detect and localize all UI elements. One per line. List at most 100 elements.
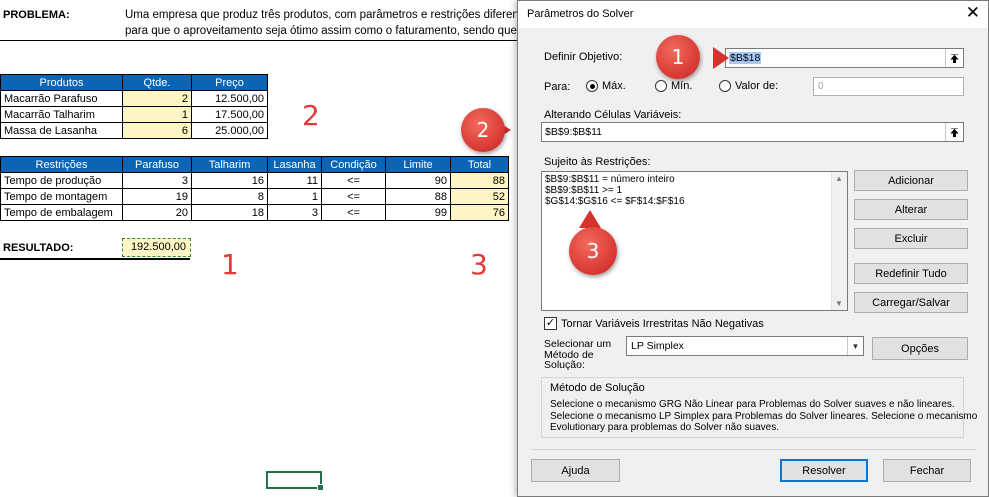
table-row: Tempo de produção 3 16 11 <= 90 88 (0, 172, 509, 189)
restriction-total-cell[interactable]: 52 (450, 188, 509, 205)
value-of-input[interactable]: 0 (813, 77, 964, 96)
changing-cells-label: Alterando Células Variáveis: (544, 109, 682, 121)
problem-text-line2: para que o aproveitamento seja ótimo ass… (125, 25, 517, 37)
options-button[interactable]: Opções (872, 337, 968, 360)
restriction-cell[interactable]: 18 (191, 204, 268, 221)
product-qty-cell[interactable]: 2 (122, 90, 192, 107)
add-button[interactable]: Adicionar (854, 170, 968, 191)
table-row: Massa de Lasanha 6 25.000,00 (0, 122, 268, 139)
result-label: RESULTADO: (3, 242, 74, 254)
annotation-number-1: 1 (221, 248, 239, 281)
constraints-scrollbar[interactable]: ▲ ▼ (831, 172, 847, 310)
product-name-cell[interactable]: Massa de Lasanha (0, 122, 123, 139)
annotation-badge-3: 3 (569, 227, 617, 275)
scroll-up-icon[interactable]: ▲ (835, 174, 843, 183)
chevron-down-icon[interactable]: ▼ (847, 337, 863, 355)
restriction-name-cell[interactable]: Tempo de embalagem (0, 204, 123, 221)
dialog-title: Parâmetros do Solver (527, 8, 634, 20)
restrictions-table: Restrições Parafuso Talharim Lasanha Con… (0, 156, 509, 221)
change-button[interactable]: Alterar (854, 199, 968, 220)
collapse-dialog-icon[interactable] (945, 123, 963, 141)
restrictions-header-cell[interactable]: Condição (321, 156, 386, 173)
annotation-badge-1: 1 (656, 35, 700, 79)
method-description-title: Método de Solução (550, 382, 645, 394)
restriction-cell[interactable]: 20 (122, 204, 192, 221)
table-row: Macarrão Talharim 1 17.500,00 (0, 106, 268, 123)
load-save-button[interactable]: Carregar/Salvar (854, 292, 968, 313)
table-row: Tempo de montagem 19 8 1 <= 88 52 (0, 188, 509, 205)
restrictions-header-cell[interactable]: Total (450, 156, 509, 173)
restriction-cell[interactable]: 19 (122, 188, 192, 205)
product-qty-cell[interactable]: 1 (122, 106, 192, 123)
restriction-name-cell[interactable]: Tempo de produção (0, 172, 123, 189)
restriction-cell[interactable]: 3 (122, 172, 192, 189)
changing-cells-field[interactable]: $B$9:$B$11 (541, 122, 964, 142)
method-label-line: Selecionar um (544, 338, 612, 350)
radio-max[interactable]: Máx. (586, 80, 626, 92)
restrictions-header-cell[interactable]: Lasanha (267, 156, 322, 173)
restriction-limit-cell[interactable]: 90 (385, 172, 451, 189)
restrictions-header-cell[interactable]: Parafuso (122, 156, 192, 173)
changing-cells-value: $B$9:$B$11 (545, 126, 603, 138)
solver-dialog: Parâmetros do Solver ✕ Definir Objetivo:… (461, 0, 989, 497)
problem-underline (0, 40, 520, 41)
problem-text-line1: Uma empresa que produz três produtos, co… (125, 9, 519, 21)
list-item[interactable]: $B$9:$B$11 >= 1 (542, 185, 685, 196)
list-item[interactable]: $B$9:$B$11 = número inteiro (542, 174, 685, 185)
constraints-label: Sujeito às Restrições: (544, 156, 651, 168)
help-button[interactable]: Ajuda (531, 459, 620, 482)
result-value-cell[interactable]: 192.500,00 (122, 238, 191, 257)
objective-field[interactable]: $B$18 (725, 48, 964, 68)
product-name-cell[interactable]: Macarrão Talharim (0, 106, 123, 123)
restriction-name-cell[interactable]: Tempo de montagem (0, 188, 123, 205)
products-header-cell[interactable]: Preço (191, 74, 268, 91)
selected-cell[interactable] (266, 471, 324, 491)
products-table: Produtos Qtde. Preço Macarrão Parafuso 2… (0, 74, 268, 139)
method-select[interactable]: LP Simplex ▼ (626, 336, 864, 356)
product-name-cell[interactable]: Macarrão Parafuso (0, 90, 123, 107)
restrictions-header-cell[interactable]: Restrições (0, 156, 123, 173)
method-description-text: Selecione o mecanismo GRG Não Linear par… (550, 399, 977, 434)
restriction-cell[interactable]: 8 (191, 188, 268, 205)
problem-label: PROBLEMA: (3, 9, 70, 21)
dialog-titlebar[interactable]: Parâmetros do Solver ✕ (518, 1, 988, 28)
method-description-line: Selecione o mecanismo LP Simplex para Pr… (550, 410, 978, 422)
restriction-total-cell[interactable]: 88 (450, 172, 509, 189)
close-icon[interactable]: ✕ (966, 3, 980, 23)
restriction-condition-cell[interactable]: <= (321, 188, 386, 205)
restriction-cell[interactable]: 11 (267, 172, 322, 189)
table-row: Tempo de embalagem 20 18 3 <= 99 76 (0, 204, 509, 221)
restriction-limit-cell[interactable]: 99 (385, 204, 451, 221)
product-price-cell[interactable]: 17.500,00 (191, 106, 268, 123)
method-description-group: Método de Solução Selecione o mecanismo … (541, 377, 977, 438)
restriction-limit-cell[interactable]: 88 (385, 188, 451, 205)
products-header-cell[interactable]: Produtos (0, 74, 123, 91)
delete-button[interactable]: Excluir (854, 228, 968, 249)
restrictions-header-cell[interactable]: Limite (385, 156, 451, 173)
objective-value: $B$18 (729, 52, 762, 64)
products-header-cell[interactable]: Qtde. (122, 74, 192, 91)
annotation-number-2: 2 (302, 99, 320, 132)
restriction-cell[interactable]: 1 (267, 188, 322, 205)
radio-value-of-label: Valor de: (735, 80, 779, 92)
nonnegative-checkbox[interactable]: ✓ Tornar Variáveis Irrestritas Não Negat… (544, 317, 764, 330)
restrictions-header-cell[interactable]: Talharim (191, 156, 268, 173)
restriction-total-cell[interactable]: 76 (450, 204, 509, 221)
reset-all-button[interactable]: Redefinir Tudo (854, 263, 968, 284)
collapse-dialog-icon[interactable] (945, 49, 963, 67)
solve-button[interactable]: Resolver (780, 459, 868, 482)
restriction-condition-cell[interactable]: <= (321, 204, 386, 221)
radio-max-label: Máx. (602, 80, 626, 92)
close-button[interactable]: Fechar (883, 459, 971, 482)
product-qty-cell[interactable]: 6 (122, 122, 192, 139)
product-price-cell[interactable]: 12.500,00 (191, 90, 268, 107)
restriction-cell[interactable]: 3 (267, 204, 322, 221)
restriction-condition-cell[interactable]: <= (321, 172, 386, 189)
product-price-cell[interactable]: 25.000,00 (191, 122, 268, 139)
scroll-down-icon[interactable]: ▼ (835, 299, 843, 308)
to-label: Para: (544, 81, 571, 93)
method-label-line: Solução: (544, 359, 585, 371)
check-icon: ✓ (544, 317, 557, 330)
restriction-cell[interactable]: 16 (191, 172, 268, 189)
method-label: Selecionar um Método de Solução: (544, 339, 611, 371)
